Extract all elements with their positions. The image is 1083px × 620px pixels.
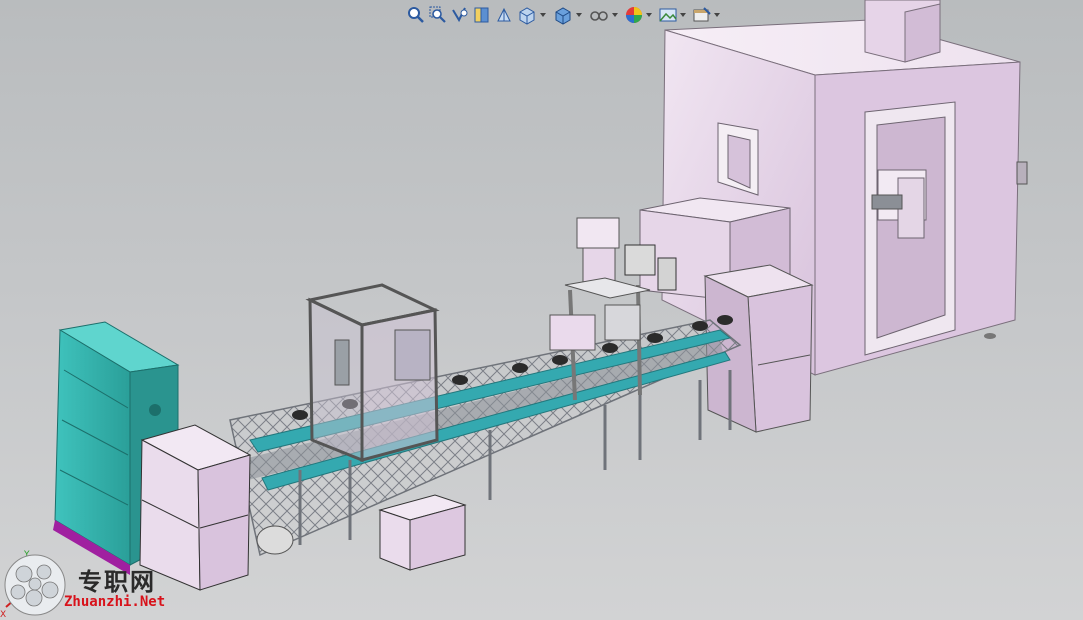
view-orientation-dropdown-icon[interactable] [539,4,547,26]
apply-scene-icon[interactable] [657,4,679,26]
zoom-to-area-icon[interactable] [427,4,449,26]
section-view-icon[interactable] [471,4,493,26]
edit-appearance-dropdown-icon[interactable] [645,4,653,26]
edit-appearance-icon[interactable] [623,4,645,26]
watermark-url: Zhuanzhi.Net [64,594,166,610]
view-settings-dropdown-icon[interactable] [713,4,721,26]
hide-show-items-icon[interactable] [587,4,611,26]
hide-show-items-dropdown-icon[interactable] [611,4,619,26]
display-style-icon[interactable] [551,4,575,26]
assembly-model[interactable] [0,0,1083,620]
previous-view-icon[interactable] [449,4,471,26]
front-box[interactable] [378,494,467,571]
zoom-to-fit-icon[interactable] [405,4,427,26]
heads-up-view-toolbar [405,4,721,26]
apply-scene-dropdown-icon[interactable] [679,4,687,26]
guarded-station[interactable] [305,283,440,463]
left-cabinet[interactable] [139,424,252,591]
dynamic-annotation-views-icon[interactable] [493,4,515,26]
graphics-area[interactable]: Y X 专职网 Zhuanzhi.Net [0,0,1083,620]
watermark-chinese-text: 专职网 [78,567,156,596]
view-orientation-icon[interactable] [515,4,539,26]
view-settings-icon[interactable] [691,4,713,26]
conveyor-line[interactable] [229,315,742,557]
watermark-logo [4,554,66,616]
display-style-dropdown-icon[interactable] [575,4,583,26]
